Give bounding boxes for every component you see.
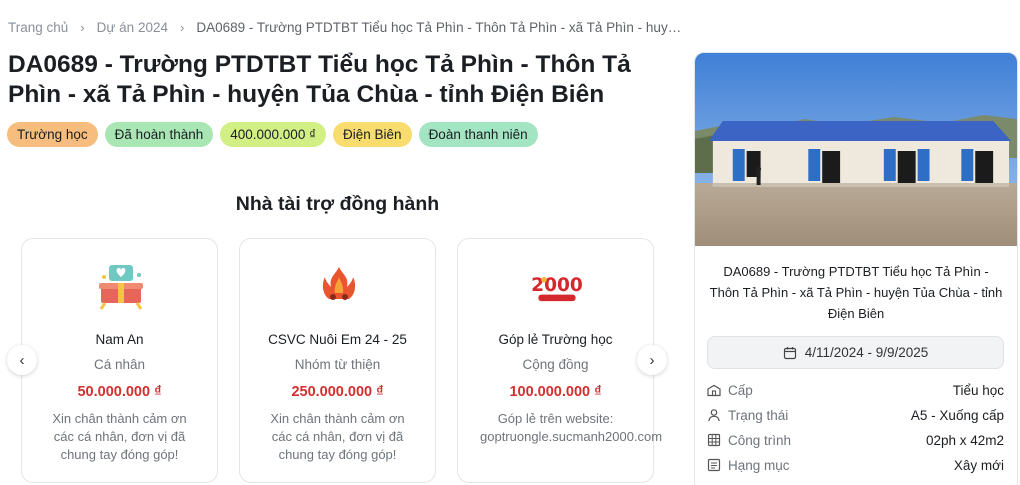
breadcrumb: Trang chủ › Dự án 2024 › DA0689 - Trường… xyxy=(8,20,686,35)
date-range: 4/11/2024 - 9/9/2025 xyxy=(707,336,1004,369)
sponsor-description: Xin chân thành cảm ơn các cá nhân, đơn v… xyxy=(52,411,187,462)
breadcrumb-current: DA0689 - Trường PTDTBT Tiểu học Tả Phìn … xyxy=(196,20,686,35)
chevron-left-icon: ‹ xyxy=(19,351,25,369)
info-value: Xây mới xyxy=(953,457,1004,473)
carousel-next-button[interactable]: › xyxy=(637,345,667,375)
sponsor-name: Nam An xyxy=(95,332,144,347)
tag-province[interactable]: Điện Biên xyxy=(333,122,412,147)
sponsor-amount: 50.000.000 ₫ xyxy=(77,384,162,400)
info-row-status: Trạng thái A5 - Xuống cấp xyxy=(707,404,1004,426)
sponsor-type: Cá nhân xyxy=(93,357,146,372)
info-value: Tiểu học xyxy=(952,382,1004,398)
school-icon xyxy=(707,384,721,397)
breadcrumb-parent[interactable]: Dự án 2024 xyxy=(97,20,168,35)
date-range-text: 4/11/2024 - 9/9/2025 xyxy=(804,345,929,360)
info-label: Cấp xyxy=(728,382,753,398)
tag-category[interactable]: Trường học xyxy=(7,122,98,147)
sponsor-amount: 250.000.000 ₫ xyxy=(291,384,384,400)
school-building-photo xyxy=(695,53,1017,246)
sponsor-type: Nhóm từ thiện xyxy=(294,357,381,372)
calendar-icon xyxy=(783,346,796,359)
carousel-prev-button[interactable]: ‹ xyxy=(7,345,37,375)
list-icon xyxy=(707,458,721,472)
summary-title: DA0689 - Trường PTDTBT Tiểu học Tả Phìn … xyxy=(709,264,1003,321)
tag-budget[interactable]: 400.000.000 ₫ xyxy=(220,122,327,147)
info-row-construction: Công trình 02ph x 42m2 xyxy=(707,429,1004,451)
anh-sang-nui-rung-logo xyxy=(313,263,365,315)
page-title: DA0689 - Trường PTDTBT Tiểu học Tả Phìn … xyxy=(8,51,631,108)
breadcrumb-home[interactable]: Trang chủ xyxy=(8,20,68,35)
sponsor-description: Góp lẻ trên website: goptruongle.sucmanh… xyxy=(480,411,663,444)
project-summary-card: DA0689 - Trường PTDTBT Tiểu học Tả Phìn … xyxy=(694,52,1018,485)
info-value: A5 - Xuống cấp xyxy=(910,407,1004,423)
info-row-level: Cấp Tiểu học xyxy=(707,379,1004,401)
sponsor-carousel: Nam An Cá nhân 50.000.000 ₫ Xin chân thà… xyxy=(21,238,663,483)
sponsor-card[interactable]: CSVC Nuôi Em 24 - 25 Nhóm từ thiện 250.0… xyxy=(239,238,436,483)
chevron-right-icon: › xyxy=(649,351,655,369)
sponsor-description: Xin chân thành cảm ơn các cá nhân, đơn v… xyxy=(270,411,405,462)
sponsor-name: CSVC Nuôi Em 24 - 25 xyxy=(268,332,407,347)
info-label: Trạng thái xyxy=(728,407,789,423)
svg-text:2000: 2000 xyxy=(531,275,583,296)
sponsor-type: Cộng đồng xyxy=(522,357,589,372)
info-row-category: Hạng mục Xây mới xyxy=(707,454,1004,476)
sponsor-card[interactable]: Nam An Cá nhân 50.000.000 ₫ Xin chân thà… xyxy=(21,238,218,483)
info-label: Công trình xyxy=(728,432,792,448)
project-tags: Trường học Đã hoàn thành 400.000.000 ₫ Đ… xyxy=(7,122,538,147)
sponsor-amount: 100.000.000 ₫ xyxy=(509,384,602,400)
tag-status[interactable]: Đã hoàn thành xyxy=(104,122,214,147)
chevron-right-icon: › xyxy=(179,20,185,35)
chevron-right-icon: › xyxy=(80,20,85,35)
sponsor-name: Góp lẻ Trường học xyxy=(498,332,613,347)
info-value: 02ph x 42m2 xyxy=(925,432,1004,448)
tag-organization[interactable]: Đoàn thanh niên xyxy=(418,122,538,147)
user-icon xyxy=(708,409,720,422)
info-label: Hạng mục xyxy=(728,457,790,473)
suc-manh-2000-logo: 2000 xyxy=(531,263,583,315)
gift-heart-icon xyxy=(95,263,147,315)
sponsors-heading: Nhà tài trợ đồng hành xyxy=(235,193,440,215)
sponsor-card[interactable]: 2000 Góp lẻ Trường học Cộng đồng 100.000… xyxy=(457,238,663,483)
building-icon xyxy=(707,433,721,447)
